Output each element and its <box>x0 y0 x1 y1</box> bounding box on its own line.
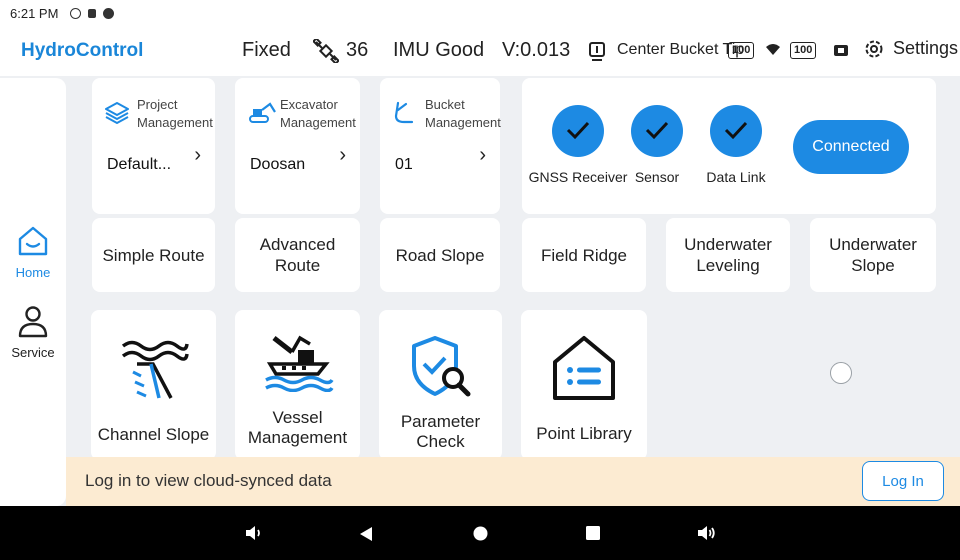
radio-indicator[interactable] <box>830 362 852 384</box>
connection-status-panel: GNSS Receiver Sensor Data Link Connected <box>522 78 936 214</box>
vessel-icon <box>264 335 333 392</box>
parameter-check-card[interactable]: Parameter Check <box>379 310 502 460</box>
notification-icon <box>70 7 82 19</box>
bucket-management-card[interactable]: Bucket Management 01 › <box>380 78 501 214</box>
nav-item-home[interactable]: Home <box>0 224 66 280</box>
excavator-management-card[interactable]: Excavator Management Doosan › <box>235 78 360 214</box>
device-icon <box>834 45 848 56</box>
route-label-line1: Underwater <box>684 235 772 254</box>
route-label: Advanced Route <box>259 235 336 275</box>
shield-search-icon <box>411 336 470 397</box>
nav-service-label: Service <box>11 345 55 360</box>
simple-route-card[interactable]: Simple Route <box>92 218 215 292</box>
person-icon <box>18 306 48 338</box>
satellite-icon <box>313 39 339 63</box>
login-button[interactable]: Log In <box>862 461 944 501</box>
app-notification-icon <box>103 7 115 19</box>
card-title: Excavator Management <box>280 97 356 130</box>
gnss-check-icon <box>552 105 604 157</box>
side-navigation: Home Service <box>0 78 66 506</box>
chevron-right-icon: › <box>479 144 486 166</box>
layers-icon <box>105 102 129 124</box>
route-label-line2: Leveling <box>696 256 760 275</box>
advanced-route-card[interactable]: Advanced Route <box>235 218 360 292</box>
recents-icon[interactable] <box>586 526 600 540</box>
clock: 6:21 PM <box>10 5 59 21</box>
tool-label: Channel Slope <box>97 425 210 444</box>
tool-label: Vessel Management <box>247 408 348 447</box>
home-button-icon[interactable] <box>473 526 488 541</box>
project-management-card[interactable]: Project Management Default... › <box>92 78 215 214</box>
field-ridge-card[interactable]: Field Ridge <box>522 218 646 292</box>
route-label: Field Ridge <box>541 245 627 265</box>
battery-2: 100 <box>790 42 817 59</box>
settings-button[interactable]: Settings <box>864 38 958 59</box>
road-slope-card[interactable]: Road Slope <box>380 218 500 292</box>
excavator-icon <box>249 102 276 123</box>
system-navigation-bar <box>0 506 960 560</box>
tool-label: Point Library <box>536 424 632 443</box>
underwater-slope-card[interactable]: Underwater Slope <box>810 218 936 292</box>
data-link-check-icon <box>710 105 762 157</box>
card-title: Project Management <box>137 97 213 130</box>
bucket-tip-label: Center Bucket Tip <box>617 41 745 58</box>
version-label: V:0.013 <box>502 39 571 61</box>
point-library-card[interactable]: Point Library <box>521 310 647 460</box>
vessel-management-card[interactable]: Vessel Management <box>235 310 360 460</box>
back-icon[interactable] <box>359 526 373 542</box>
tool-label: Parameter Check <box>400 412 481 451</box>
banner-message: Log in to view cloud-synced data <box>85 471 332 490</box>
app-title: HydroControl <box>21 40 144 61</box>
underwater-leveling-card[interactable]: Underwater Leveling <box>666 218 790 292</box>
route-label-line1: Underwater <box>829 235 917 254</box>
volume-down-icon[interactable] <box>244 525 262 541</box>
imu-status: IMU Good <box>393 39 485 61</box>
route-label: Road Slope <box>395 245 485 265</box>
route-label: Simple Route <box>102 245 205 265</box>
app-header: HydroControl Fixed 36 IMU Good V:0.013 C… <box>0 26 960 76</box>
fix-status: Fixed <box>242 39 291 61</box>
card-title: Bucket Management <box>425 97 501 130</box>
project-value: Default... <box>107 156 172 173</box>
nav-home-label: Home <box>15 265 51 280</box>
chevron-right-icon: › <box>194 144 201 166</box>
bucket-value: 01 <box>395 156 413 173</box>
home-icon <box>18 226 48 256</box>
sensor-check-icon <box>631 105 683 157</box>
satellite-count: 36 <box>346 39 369 61</box>
gear-icon <box>865 40 883 57</box>
pin-icon <box>88 8 97 18</box>
data-link-label: Data Link <box>706 169 766 185</box>
route-label-line2: Slope <box>851 256 895 275</box>
point-library-icon <box>553 336 615 400</box>
excavator-value: Doosan <box>250 156 306 173</box>
chevron-right-icon: › <box>339 144 346 166</box>
volume-up-icon[interactable] <box>696 525 716 541</box>
cloud-login-banner: Log in to view cloud-synced data Log In <box>66 457 960 506</box>
settings-label: Settings <box>893 38 959 58</box>
battery-1: 100 <box>728 42 755 59</box>
channel-slope-card[interactable]: Channel Slope <box>91 310 216 460</box>
excavator-mode-icon <box>589 42 605 61</box>
bucket-icon <box>394 101 414 124</box>
channel-slope-icon <box>121 340 189 399</box>
system-status-bar: 6:21 PM <box>0 0 960 26</box>
nav-item-service[interactable]: Service <box>0 304 66 360</box>
connected-button[interactable]: Connected <box>793 120 909 174</box>
wifi-icon <box>766 44 780 55</box>
